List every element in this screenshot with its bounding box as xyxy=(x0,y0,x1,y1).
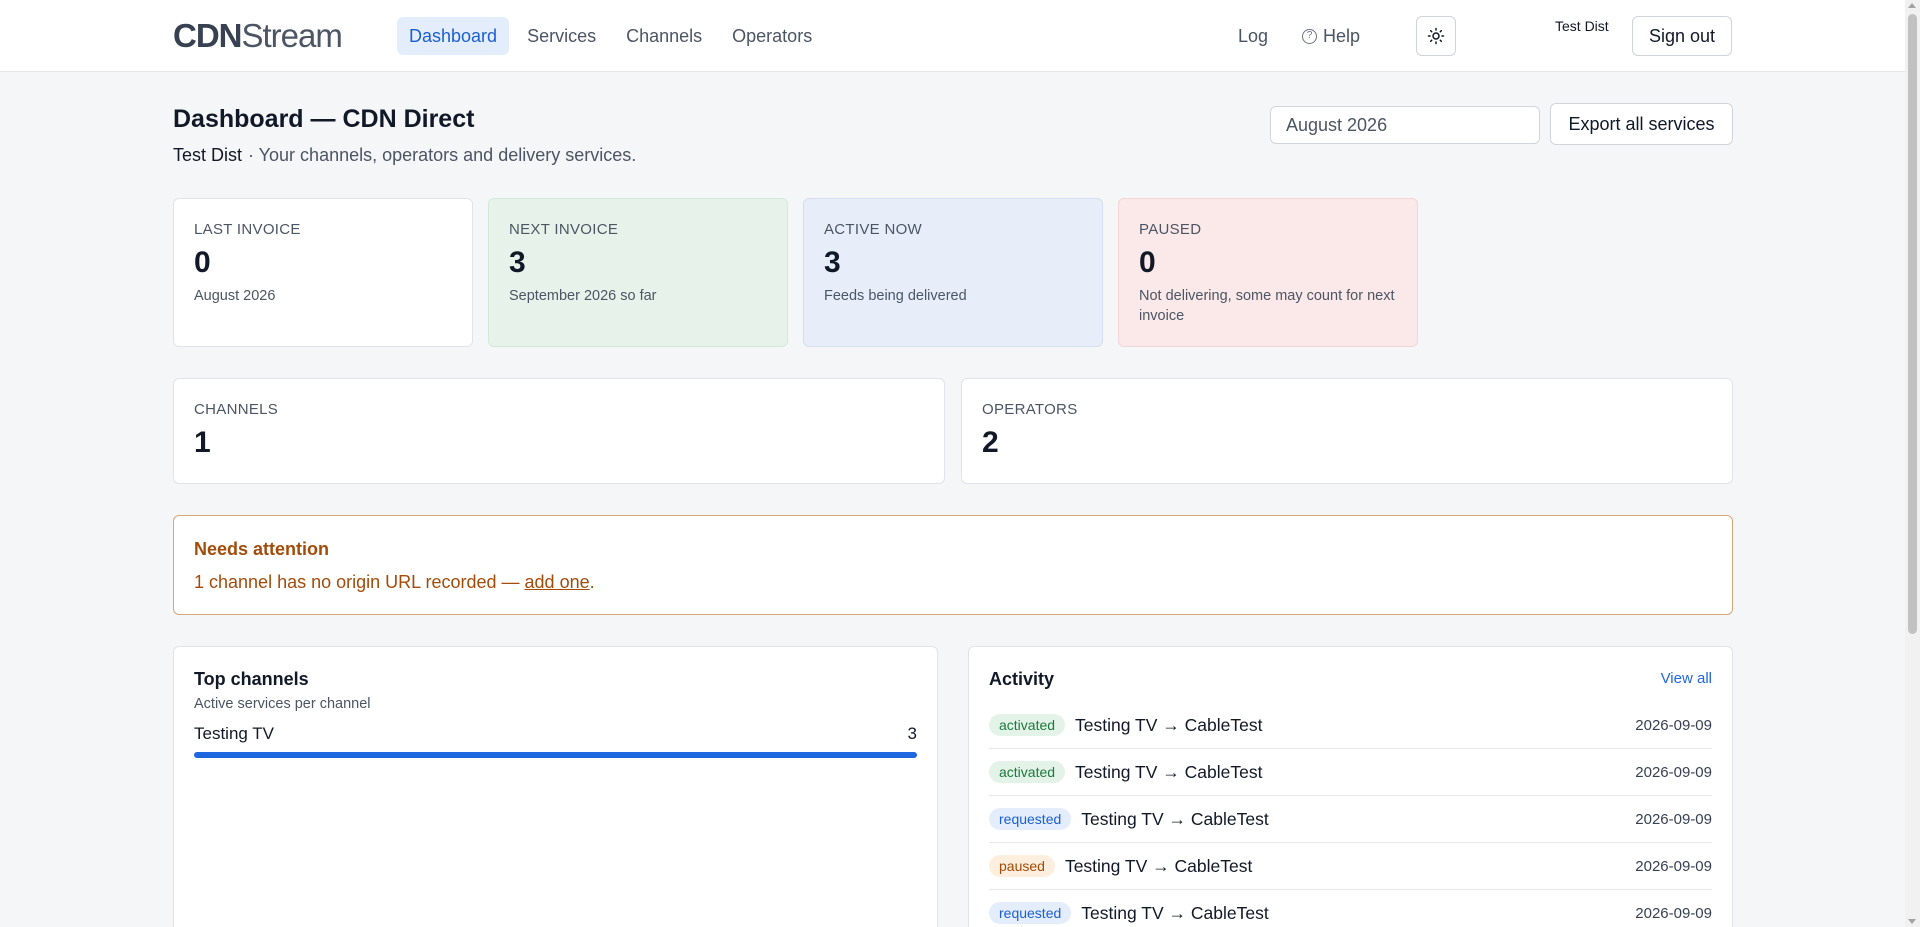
stat-value: 0 xyxy=(194,246,211,279)
top-bar: CDNStream Dashboard Services Channels Op… xyxy=(0,0,1905,72)
activity-panel: Activity View all activated Testing TV →… xyxy=(968,646,1733,927)
view-all-link[interactable]: View all xyxy=(1661,670,1712,687)
count-label: CHANNELS xyxy=(194,401,279,418)
activity-date: 2026-09-09 xyxy=(1635,763,1712,781)
page-subtitle: Test Dist · Your channels, operators and … xyxy=(173,145,636,166)
channel-row[interactable]: Testing TV 3 xyxy=(194,724,917,744)
channel-bar-track xyxy=(194,752,917,758)
panel-title: Top channels xyxy=(194,669,309,689)
help-label: Help xyxy=(1323,25,1361,46)
status-badge: requested xyxy=(989,902,1072,924)
status-badge: activated xyxy=(989,761,1066,783)
org-name: Test Dist xyxy=(173,145,243,165)
page-scrollbar[interactable] xyxy=(1905,0,1920,927)
tagline: · Your channels, operators and delivery … xyxy=(248,145,637,165)
activity-date: 2026-09-09 xyxy=(1635,716,1712,734)
panel-title: Activity xyxy=(989,669,1055,689)
page-title: Dashboard — CDN Direct xyxy=(173,105,475,133)
stat-sub: September 2026 so far xyxy=(509,288,657,304)
help-link[interactable]: ? Help xyxy=(1292,17,1370,55)
activity-date: 2026-09-09 xyxy=(1635,810,1712,828)
status-badge: paused xyxy=(989,855,1055,877)
scroll-up-arrow-icon[interactable] xyxy=(1908,3,1916,8)
activity-text: Testing TV → CableTest xyxy=(1081,902,1269,923)
stat-value: 0 xyxy=(1139,246,1156,279)
help-icon: ? xyxy=(1302,28,1318,44)
main-nav: Dashboard Services Channels Operators xyxy=(397,17,824,55)
sun-icon xyxy=(1427,27,1445,45)
activity-list: activated Testing TV → CableTest 2026-09… xyxy=(989,702,1712,927)
stat-label: LAST INVOICE xyxy=(194,221,301,238)
stat-label: ACTIVE NOW xyxy=(824,221,923,238)
stat-card-active-now: ACTIVE NOW 3 Feeds being delivered xyxy=(803,198,1103,347)
log-link[interactable]: Log xyxy=(1228,17,1278,55)
channel-name: Testing TV xyxy=(194,724,275,743)
theme-toggle-button[interactable] xyxy=(1416,16,1456,56)
activity-text: Testing TV → CableTest xyxy=(1075,714,1263,735)
stat-label: NEXT INVOICE xyxy=(509,221,619,238)
attention-message: 1 channel has no origin URL recorded — a… xyxy=(194,572,1712,593)
attention-suffix: . xyxy=(589,572,595,592)
activity-date: 2026-09-09 xyxy=(1635,857,1712,875)
stat-value: 3 xyxy=(509,246,526,279)
count-label: OPERATORS xyxy=(982,401,1078,418)
stat-card-next-invoice: NEXT INVOICE 3 September 2026 so far xyxy=(488,198,788,347)
stat-value: 3 xyxy=(824,246,841,279)
activity-text: Testing TV → CableTest xyxy=(1075,761,1263,782)
count-card-channels: CHANNELS 1 xyxy=(173,378,945,484)
count-value: 2 xyxy=(982,426,999,459)
month-picker-input[interactable]: August 2026 xyxy=(1270,106,1540,144)
activity-text: Testing TV → CableTest xyxy=(1064,855,1253,876)
channel-count: 3 xyxy=(907,724,917,743)
status-badge: activated xyxy=(989,714,1066,736)
count-card-operators: OPERATORS 2 xyxy=(961,378,1733,484)
channel-bar-fill xyxy=(194,752,917,758)
utility-links: Log ? Help xyxy=(1228,17,1370,55)
status-badge: requested xyxy=(989,808,1072,830)
stat-sub: Feeds being delivered xyxy=(824,288,967,304)
stat-card-paused: PAUSED 0 Not delivering, some may count … xyxy=(1118,198,1418,347)
add-origin-url-link[interactable]: add one xyxy=(525,572,590,592)
activity-row[interactable]: requested Testing TV → CableTest 2026-09… xyxy=(989,796,1712,843)
stat-card-last-invoice: LAST INVOICE 0 August 2026 xyxy=(173,198,473,347)
stat-label: PAUSED xyxy=(1139,221,1202,238)
attention-text: 1 channel has no origin URL recorded — xyxy=(194,572,525,592)
top-channels-panel: Top channels Active services per channel… xyxy=(173,646,938,927)
stat-sub: August 2026 xyxy=(194,288,276,304)
panel-subtitle: Active services per channel xyxy=(194,696,371,712)
attention-title: Needs attention xyxy=(194,539,330,559)
scrollbar-thumb[interactable] xyxy=(1908,14,1917,634)
activity-row[interactable]: paused Testing TV → CableTest 2026-09-09 xyxy=(989,843,1712,890)
activity-text: Testing TV → CableTest xyxy=(1081,808,1269,829)
export-all-services-button[interactable]: Export all services xyxy=(1550,103,1733,145)
user-name: Test Dist xyxy=(1555,18,1609,34)
nav-dashboard[interactable]: Dashboard xyxy=(397,17,510,55)
activity-row[interactable]: activated Testing TV → CableTest 2026-09… xyxy=(989,749,1712,796)
activity-row[interactable]: activated Testing TV → CableTest 2026-09… xyxy=(989,702,1712,749)
nav-operators[interactable]: Operators xyxy=(720,17,824,55)
stat-sub: Not delivering, some may count for next … xyxy=(1139,288,1395,324)
sign-out-button[interactable]: Sign out xyxy=(1632,16,1732,56)
activity-date: 2026-09-09 xyxy=(1635,904,1712,922)
needs-attention-panel: Needs attention 1 channel has no origin … xyxy=(173,515,1733,615)
nav-services[interactable]: Services xyxy=(515,17,608,55)
nav-channels[interactable]: Channels xyxy=(614,17,714,55)
scroll-down-arrow-icon[interactable] xyxy=(1908,919,1916,924)
activity-row[interactable]: requested Testing TV → CableTest 2026-09… xyxy=(989,890,1712,927)
count-value: 1 xyxy=(194,426,211,459)
activity-header: Activity View all xyxy=(989,667,1712,690)
logo[interactable]: CDNStream xyxy=(173,17,343,55)
